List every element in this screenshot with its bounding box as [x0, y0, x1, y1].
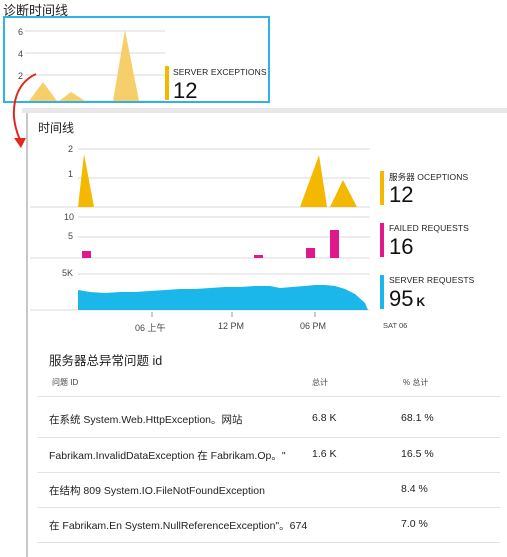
metric-value: 12	[389, 182, 414, 207]
percent-cell: 68.1 %	[401, 412, 434, 424]
count-cell: 1.6 K	[312, 448, 337, 460]
metric-label: SERVER EXCEPTIONS	[173, 67, 267, 77]
exceptions-spike	[330, 180, 357, 207]
table-title: 服务器总异常问题 id	[49, 354, 163, 368]
y-tick-label: 2	[68, 144, 74, 154]
problem-id-cell[interactable]: 在 Fabrikam.En System.NullReferenceExcept…	[49, 518, 307, 533]
x-tick-label: SAT 06	[383, 321, 408, 330]
problem-id-cell[interactable]: Fabrikam.InvalidDataException 在 Fabrikam…	[49, 448, 286, 463]
table-row[interactable]: 在结构 809 System.IO.FileNotFoundException …	[37, 475, 500, 505]
y-tick-label: 4	[18, 49, 24, 59]
column-header-problem-id[interactable]: 问题 ID	[52, 377, 78, 388]
x-tick-label: 06 PM	[300, 321, 327, 331]
problem-id-cell[interactable]: 在结构 809 System.IO.FileNotFoundException	[49, 483, 265, 498]
y-tick-label: 6	[18, 27, 24, 37]
metric-value: 95 K	[389, 288, 425, 310]
metric-color-bar	[165, 66, 169, 100]
exceptions-spike	[78, 154, 94, 207]
failed-requests-bar	[330, 230, 339, 258]
metric-value: 12	[173, 78, 198, 103]
metric-label: FAILED REQUESTS	[389, 223, 469, 233]
x-tick-label: 12 PM	[218, 321, 245, 331]
row-divider	[37, 437, 500, 438]
count-cell: 6.8 K	[312, 412, 337, 424]
column-header-percent[interactable]: % 总计	[403, 377, 428, 388]
metric-unit: K	[416, 295, 426, 309]
table-row[interactable]: Fabrikam.InvalidDataException 在 Fabrikam…	[37, 440, 500, 470]
y-tick-label: 1	[68, 169, 74, 179]
server-requests-chart[interactable]	[30, 266, 370, 314]
percent-cell: 16.5 %	[401, 448, 434, 460]
percent-cell: 8.4 %	[401, 483, 428, 495]
metric-label: SERVER REQUESTS	[389, 275, 475, 285]
failed-requests-chart[interactable]	[30, 212, 370, 262]
server-requests-area	[78, 285, 368, 310]
failed-requests-bar	[82, 251, 91, 258]
server-exceptions-chart[interactable]	[30, 142, 370, 210]
y-tick-label: 5	[68, 231, 74, 241]
y-tick-label: 10	[64, 212, 75, 222]
metric-color-bar	[380, 171, 384, 205]
x-axis	[151, 312, 316, 317]
metric-color-bar	[380, 223, 384, 257]
row-divider	[37, 542, 500, 543]
panel-title: 时间线	[38, 121, 75, 135]
diagnostics-timeline-tile[interactable]: 6 4 2 SERVER EXCEPTIONS 12	[3, 16, 270, 103]
problem-id-cell[interactable]: 在系统 System.Web.HttpException。网站	[49, 412, 243, 427]
exceptions-spike	[300, 155, 327, 207]
metric-color-bar	[380, 275, 384, 309]
metric-number: 95	[389, 286, 414, 311]
column-header-count[interactable]: 总计	[312, 377, 328, 388]
exception-spike	[59, 92, 85, 101]
diagnostics-mini-chart	[25, 30, 165, 101]
x-tick-label: 06 上午	[135, 323, 166, 333]
y-tick-label: 5K	[62, 268, 74, 278]
failed-requests-bar	[254, 255, 263, 258]
percent-cell: 7.0 %	[401, 518, 428, 530]
row-divider	[37, 396, 500, 397]
table-row[interactable]: 在系统 System.Web.HttpException。网站 6.8 K 68…	[37, 404, 500, 434]
metric-value: 16	[389, 234, 414, 259]
row-divider	[37, 472, 500, 473]
row-divider	[37, 507, 500, 508]
exception-spike	[113, 30, 139, 101]
failed-requests-bar	[306, 248, 315, 258]
table-row[interactable]: 在 Fabrikam.En System.NullReferenceExcept…	[37, 510, 500, 540]
